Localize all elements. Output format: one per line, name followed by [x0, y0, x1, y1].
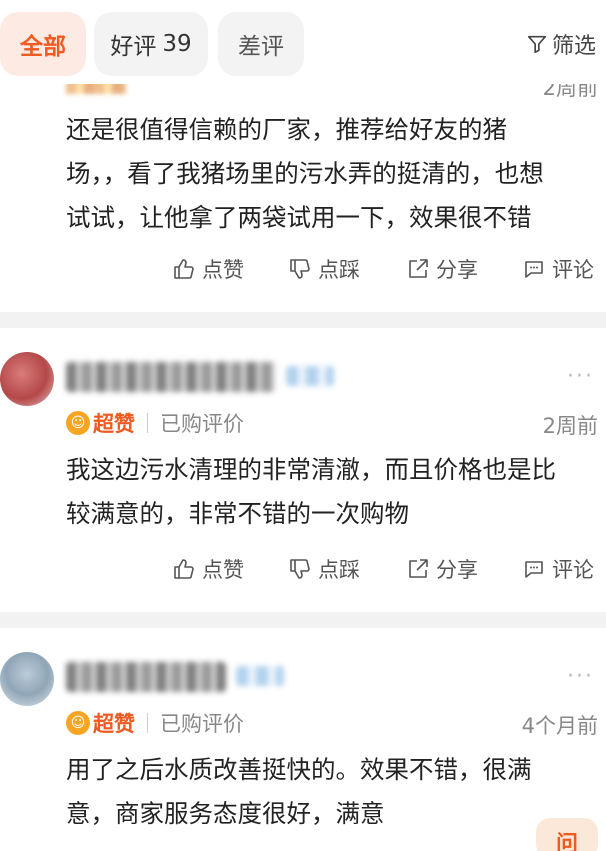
thumbs-down-icon	[290, 559, 310, 579]
tab-good-reviews[interactable]: 好评 39	[94, 12, 208, 76]
review-time: 2周前	[542, 414, 598, 438]
review-line: 用了之后水质改善挺快的。效果不错，很满	[66, 755, 532, 784]
tab-bad-label: 差评	[238, 34, 284, 60]
tab-all-label: 全部	[20, 34, 66, 60]
like-label: 点赞	[202, 258, 244, 282]
like-button[interactable]: 点赞	[172, 254, 244, 284]
ask-label: 问	[555, 832, 578, 851]
review-content: 用了之后水质改善挺快的。效果不错，很满 意，商家服务态度很好，满意	[66, 748, 596, 836]
share-label: 分享	[436, 558, 478, 582]
divider	[0, 312, 606, 328]
divider	[0, 612, 606, 628]
dislike-button[interactable]: 点踩	[288, 254, 360, 284]
like-button[interactable]: 点赞	[172, 554, 244, 584]
username-blurred	[66, 662, 226, 692]
review-line: 我这边污水清理的非常清澈，而且价格也是比	[66, 455, 556, 484]
tab-bad-reviews[interactable]: 差评	[218, 12, 304, 76]
thumbs-down-icon	[290, 259, 310, 279]
divider	[147, 413, 148, 433]
dislike-label: 点踩	[318, 258, 360, 282]
purchased-label: 已购评价	[160, 712, 244, 736]
review-line: 试试，让他拿了两袋试用一下，效果很不错	[66, 203, 532, 232]
dislike-button[interactable]: 点踩	[288, 554, 360, 584]
comment-button[interactable]: 评论	[522, 254, 594, 284]
purchased-label: 已购评价	[160, 412, 244, 436]
share-icon	[409, 559, 428, 578]
rating-badge: 超赞	[93, 412, 135, 436]
avatar[interactable]	[0, 652, 54, 706]
funnel-icon	[527, 35, 547, 54]
divider	[147, 713, 148, 733]
user-level-badge	[236, 666, 284, 686]
avatar[interactable]	[0, 352, 54, 406]
tab-good-label: 好评	[110, 34, 157, 60]
review-content: 还是很值得信赖的厂家，推荐给好友的猪 场，，看了我猪场里的污水弄的挺清的，也想 …	[66, 108, 596, 240]
comment-button[interactable]: 评论	[522, 554, 594, 584]
review-actions: 点赞 点踩 分享 评论	[0, 554, 606, 594]
filter-button[interactable]: 筛选	[526, 28, 596, 60]
thumbs-up-icon	[174, 559, 194, 579]
review-actions: 点赞 点踩 分享 评论	[0, 254, 606, 294]
comment-label: 评论	[552, 258, 594, 282]
filter-bar: 全部 好评 39 差评 筛选	[0, 0, 606, 84]
review-line: 意，商家服务态度很好，满意	[66, 799, 385, 828]
review-line: 还是很值得信赖的厂家，推荐给好友的猪	[66, 115, 507, 144]
share-button[interactable]: 分享	[406, 554, 478, 584]
more-options-icon[interactable]: ···	[567, 664, 594, 689]
share-button[interactable]: 分享	[406, 254, 478, 284]
user-level-badge	[286, 366, 334, 386]
share-label: 分享	[436, 258, 478, 282]
share-icon	[409, 259, 428, 278]
comment-icon	[525, 561, 543, 578]
review-content: 我这边污水清理的非常清澈，而且价格也是比 较满意的，非常不错的一次购物	[66, 448, 596, 536]
username-blurred	[66, 362, 276, 392]
review-meta: ☺ 超赞 已购评价	[66, 408, 244, 438]
review-line: 较满意的，非常不错的一次购物	[66, 499, 409, 528]
tab-good-count: 39	[162, 31, 192, 57]
ask-button[interactable]: 问	[536, 818, 598, 851]
like-label: 点赞	[202, 558, 244, 582]
tab-all[interactable]: 全部	[0, 12, 86, 76]
comment-label: 评论	[552, 558, 594, 582]
rating-badge: 超赞	[93, 712, 135, 736]
more-options-icon[interactable]: ···	[567, 364, 594, 389]
comment-icon	[525, 261, 543, 278]
smile-icon: ☺	[66, 711, 90, 735]
review-meta: ☺ 超赞 已购评价	[66, 708, 244, 738]
review-time: 4个月前	[521, 714, 598, 738]
dislike-label: 点踩	[318, 558, 360, 582]
review-line: 场，，看了我猪场里的污水弄的挺清的，也想	[66, 159, 544, 188]
thumbs-up-icon	[174, 259, 194, 279]
smile-icon: ☺	[66, 411, 90, 435]
filter-label: 筛选	[551, 34, 596, 59]
